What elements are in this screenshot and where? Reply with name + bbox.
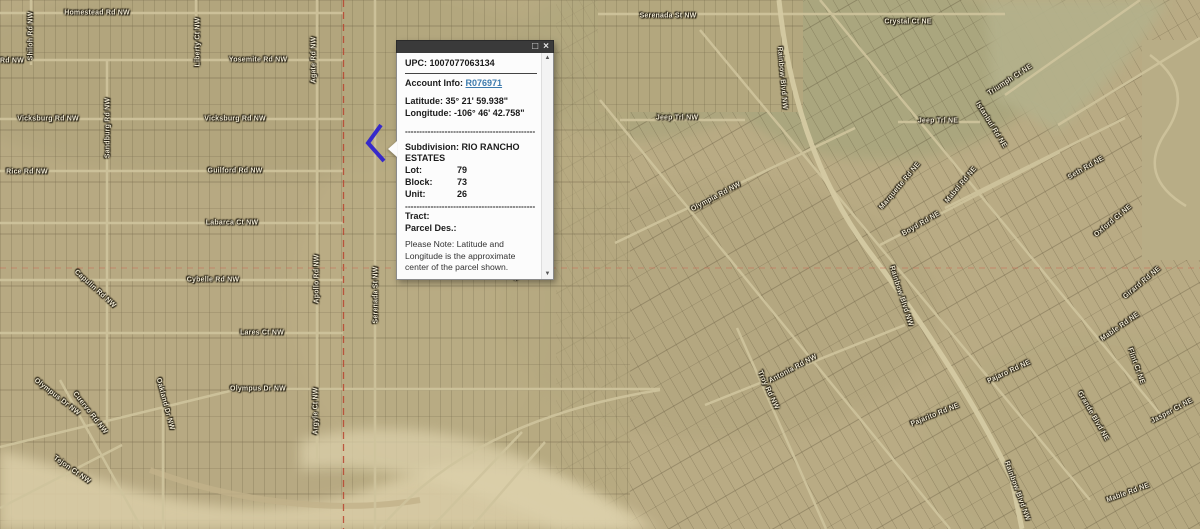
block-row: Block: 73: [405, 177, 537, 188]
unit-value: 26: [457, 189, 468, 200]
latitude-label: Latitude:: [405, 95, 443, 106]
parcel-info-popup: □ × UPC: 1007077063134 Account Info: R07…: [388, 40, 554, 280]
lot-label: Lot:: [405, 165, 422, 176]
scroll-up-icon[interactable]: ▲: [545, 55, 551, 61]
subdivision-label: Subdivision:: [405, 142, 459, 153]
tract-label: Tract:: [405, 211, 430, 222]
popup-body: UPC: 1007077063134 Account Info: R076971…: [388, 53, 554, 280]
latitude-value: 35° 21' 59.938": [445, 95, 509, 106]
scroll-down-icon[interactable]: ▼: [545, 271, 551, 277]
popup-callout-pointer: [388, 141, 397, 157]
dashed-separator: ----------------------------------------…: [405, 201, 536, 212]
dashed-separator: ----------------------------------------…: [405, 125, 536, 136]
lot-value: 79: [457, 165, 468, 176]
account-row: Account Info: R076971: [405, 78, 537, 89]
popup-titlebar[interactable]: □ ×: [396, 40, 554, 53]
lot-row: Lot: 79: [405, 165, 537, 176]
maximize-icon[interactable]: □: [532, 42, 538, 52]
tract-row: Tract:: [405, 211, 537, 222]
unit-row: Unit: 26: [405, 189, 537, 200]
divider: [405, 72, 537, 74]
map-viewport: Homestead Rd NW Rd NW Shiloh Rd NW Liberty …: [0, 0, 1200, 529]
map-canvas[interactable]: [0, 0, 1200, 529]
longitude-value: -106° 46' 42.758": [454, 107, 525, 118]
popup-scrollbar[interactable]: ▲ ▼: [541, 53, 553, 279]
latitude-row: Latitude: 35° 21' 59.938": [405, 96, 537, 107]
block-value: 73: [457, 177, 468, 188]
upc-value: 1007077063134: [429, 58, 495, 68]
upc-row: UPC: 1007077063134: [405, 58, 537, 69]
block-label: Block:: [405, 177, 433, 188]
longitude-label: Longitude:: [405, 107, 452, 118]
account-label: Account Info:: [405, 77, 463, 88]
subdivision-row: Subdivision: RIO RANCHO ESTATES: [405, 142, 537, 164]
account-link[interactable]: R076971: [466, 78, 503, 88]
parcel-des-label: Parcel Des.:: [405, 223, 457, 234]
upc-label: UPC:: [405, 58, 427, 68]
close-icon[interactable]: ×: [543, 42, 549, 52]
popup-note: Please Note: Latitude and Longitude is t…: [405, 239, 516, 272]
unit-label: Unit:: [405, 189, 426, 200]
longitude-row: Longitude: -106° 46' 42.758": [405, 108, 537, 119]
parcel-des-row: Parcel Des.:: [405, 223, 537, 234]
